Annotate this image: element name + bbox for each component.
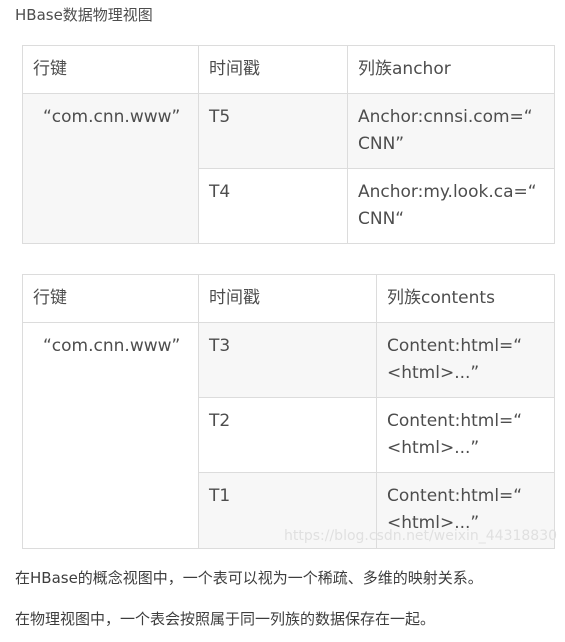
value-line: <html>...” (387, 438, 480, 458)
value-cell: Content:html=“ <html>...” (376, 322, 555, 398)
value-line: Anchor:cnnsi.com=“ (358, 107, 533, 127)
column-header-timestamp: 时间戳 (198, 274, 377, 323)
paragraph: 在HBase的概念视图中，一个表可以视为一个稀疏、多维的映射关系。 (15, 569, 483, 587)
value-line: <html>...” (387, 363, 480, 383)
value-line: Anchor:my.look.ca=“ (358, 182, 537, 202)
rowkey-cell: “com.cnn.www” (22, 93, 199, 244)
anchor-table: 行键 时间戳 列族anchor “com.cnn.www” T5 Anchor:… (22, 45, 555, 244)
timestamp-cell: T5 (198, 93, 348, 169)
value-line: Content:html=“ (387, 486, 523, 506)
value-line: Content:html=“ (387, 336, 523, 356)
table-header-row: 行键 时间戳 列族anchor (22, 45, 555, 94)
watermark: https://blog.csdn.net/weixin_44318830 (284, 528, 558, 544)
value-cell: Anchor:cnnsi.com=“ CNN” (347, 93, 555, 169)
column-header-family: 列族anchor (347, 45, 555, 94)
contents-table: 行键 时间戳 列族contents “com.cnn.www” T3 Conte… (22, 274, 555, 549)
column-header-timestamp: 时间戳 (198, 45, 348, 94)
timestamp-cell: T3 (198, 322, 377, 398)
column-header-rowkey: 行键 (22, 274, 199, 323)
value-line: Content:html=“ (387, 411, 523, 431)
timestamp-cell: T2 (198, 397, 377, 473)
column-header-family: 列族contents (376, 274, 555, 323)
value-line: CNN” (358, 134, 405, 154)
paragraph: 在物理视图中，一个表会按照属于同一列族的数据保存在一起。 (15, 610, 436, 628)
section-heading: HBase数据物理视图 (15, 6, 153, 24)
value-cell: Anchor:my.look.ca=“ CNN“ (347, 168, 555, 244)
rowkey-cell: “com.cnn.www” (22, 322, 199, 549)
value-cell: Content:html=“ <html>...” (376, 397, 555, 473)
column-header-rowkey: 行键 (22, 45, 199, 94)
value-line: CNN“ (358, 209, 405, 229)
table-row: “com.cnn.www” T5 Anchor:cnnsi.com=“ CNN” (22, 93, 555, 244)
table-header-row: 行键 时间戳 列族contents (22, 274, 555, 323)
table-row: “com.cnn.www” T3 Content:html=“ <html>..… (22, 322, 555, 549)
timestamp-cell: T4 (198, 168, 348, 244)
